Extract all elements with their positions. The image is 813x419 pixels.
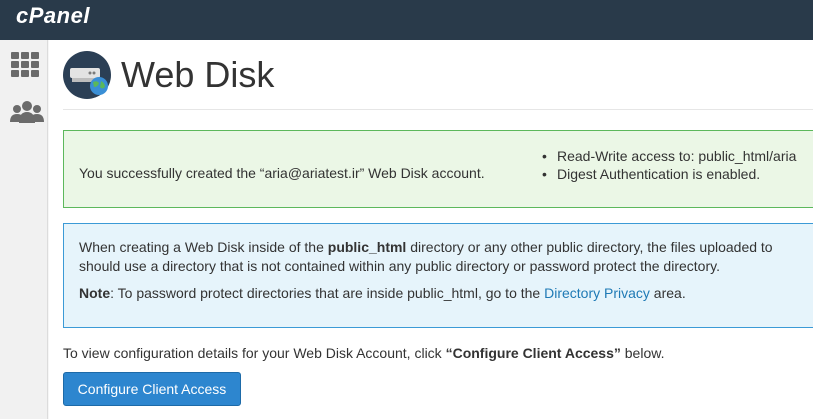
note-prefix: : To password protect directories that a…	[110, 285, 545, 301]
note-suffix: area.	[649, 285, 686, 301]
list-item: Digest Authentication is enabled.	[542, 165, 796, 183]
info-note: Note: To password protect directories th…	[79, 285, 686, 301]
config-text-prefix: To view configuration details for your W…	[63, 345, 446, 361]
config-text-suffix: below.	[620, 345, 665, 361]
success-message: You successfully created the “aria@ariat…	[79, 165, 485, 181]
info-line2: should use a directory that is not conta…	[79, 258, 720, 274]
success-alert: You successfully created the “aria@ariat…	[63, 130, 813, 208]
web-disk-icon	[63, 51, 111, 99]
main-content: Web Disk You successfully created the “a…	[49, 40, 813, 419]
info-line1-suffix: directory or any other public directory,…	[406, 239, 773, 255]
page-title: Web Disk	[121, 54, 275, 95]
success-details: Read-Write access to: public_html/aria D…	[542, 147, 796, 183]
config-instructions: To view configuration details for your W…	[63, 345, 664, 361]
sidebar	[0, 40, 48, 419]
directory-privacy-link[interactable]: Directory Privacy	[544, 285, 650, 301]
configure-client-access-button[interactable]: Configure Client Access	[63, 372, 241, 406]
note-label: Note	[79, 285, 111, 301]
grid-icon[interactable]	[9, 50, 41, 80]
users-icon[interactable]	[9, 98, 44, 128]
page-header: Web Disk	[63, 50, 813, 110]
info-line1-bold: public_html	[327, 239, 407, 255]
info-line1-prefix: When creating a Web Disk inside of the	[79, 239, 328, 255]
info-message: When creating a Web Disk inside of the p…	[79, 238, 813, 276]
info-alert: When creating a Web Disk inside of the p…	[63, 223, 813, 328]
config-text-bold: “Configure Client Access”	[445, 345, 621, 361]
top-bar: cPanel	[0, 0, 813, 40]
list-item: Read-Write access to: public_html/aria	[542, 147, 796, 165]
cpanel-logo[interactable]: cPanel	[16, 3, 90, 29]
